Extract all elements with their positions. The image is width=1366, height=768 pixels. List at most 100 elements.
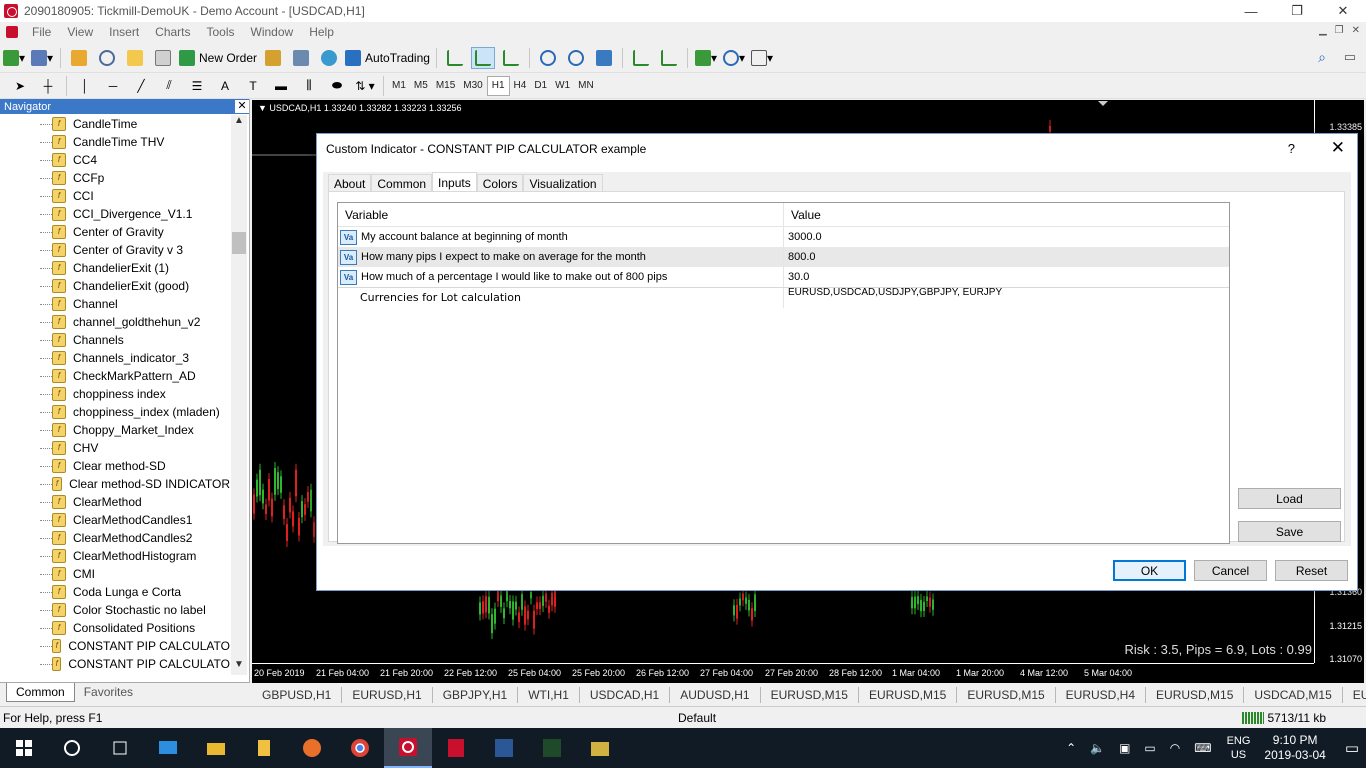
navigator-item[interactable]: f CONSTANT PIP CALCULATO [0, 655, 230, 673]
chart-tab[interactable]: EURU [1343, 687, 1366, 703]
navigator-item[interactable]: f ClearMethodCandles2 [0, 529, 230, 547]
restore-button[interactable]: ❐ [1274, 0, 1320, 22]
menu-window[interactable]: Window [243, 25, 302, 39]
chart-tab[interactable]: USDCAD,M15 [1244, 687, 1343, 703]
keyboard-icon[interactable]: ⌨ [1194, 741, 1211, 755]
chrome-icon[interactable] [336, 728, 384, 768]
navigator-item[interactable]: f CONSTANT PIP CALCULATO [0, 637, 230, 655]
chart-shift-marker-icon[interactable] [1098, 101, 1108, 106]
tab-visualization[interactable]: Visualization [523, 174, 603, 192]
navigator-item[interactable]: f CHV [0, 439, 230, 457]
chart-window-icon[interactable] [6, 26, 18, 38]
candlestick-button[interactable] [470, 46, 495, 69]
pdf-reader-icon[interactable] [432, 728, 480, 768]
value-cell[interactable]: 800.0 [784, 251, 816, 263]
indicators-button[interactable]: ▾ [694, 47, 718, 69]
chart-tab[interactable]: AUDUSD,H1 [670, 687, 761, 703]
ok-button[interactable]: OK [1113, 560, 1186, 581]
column-variable[interactable]: Variable [338, 203, 784, 226]
tab-common[interactable]: Common [6, 683, 75, 702]
tab-common[interactable]: Common [371, 174, 433, 192]
mdi-minimize-icon[interactable]: ▁ [1319, 25, 1327, 36]
timeframe-m1[interactable]: M1 [388, 76, 410, 96]
equidistant-channel-button[interactable]: ⫽ [157, 75, 181, 97]
chart-tab[interactable]: WTI,H1 [518, 687, 580, 703]
minimize-button[interactable]: — [1228, 0, 1274, 22]
navigator-item[interactable]: f Color Stochastic no label [0, 601, 230, 619]
autotrading-button[interactable]: AutoTrading [345, 47, 430, 69]
market-watch-button[interactable] [67, 47, 91, 69]
menu-view[interactable]: View [59, 25, 101, 39]
ellipse-button[interactable]: ⬬ [325, 75, 349, 97]
navigator-close-icon[interactable]: ✕ [235, 100, 249, 113]
mdi-close-icon[interactable]: ✕ [1352, 25, 1360, 36]
navigator-item[interactable]: f CC4 [0, 151, 230, 169]
chart-tab[interactable]: EURUSD,M15 [1146, 687, 1245, 703]
language-indicator[interactable]: ENG US [1227, 734, 1251, 762]
periods-button[interactable]: ▾ [722, 47, 746, 69]
timeframe-d1[interactable]: D1 [530, 76, 551, 96]
profiles-button[interactable]: ▾ [30, 47, 54, 69]
chart-tab[interactable]: GBPUSD,H1 [252, 687, 343, 703]
file-explorer-icon[interactable] [192, 728, 240, 768]
line-chart-button[interactable] [499, 47, 523, 69]
tile-windows-button[interactable] [592, 47, 616, 69]
task-view-icon[interactable] [96, 728, 144, 768]
input-row[interactable]: Va How much of a percentage I would like … [338, 267, 1229, 287]
data-window-button[interactable] [95, 47, 119, 69]
navigator-item[interactable]: f Channels_indicator_3 [0, 349, 230, 367]
start-icon[interactable] [0, 728, 48, 768]
chart-tab[interactable]: EURUSD,H4 [1056, 687, 1147, 703]
scroll-down-icon[interactable]: ▼ [231, 659, 247, 675]
navigator-item[interactable]: f choppiness index [0, 385, 230, 403]
timeframe-h1[interactable]: H1 [486, 75, 510, 96]
navigator-item[interactable]: f Channel [0, 295, 230, 313]
menu-tools[interactable]: Tools [199, 25, 243, 39]
status-connection[interactable]: 5713/11 kb [1241, 711, 1326, 725]
auto-scroll-button[interactable] [657, 47, 681, 69]
chart-tab[interactable]: EURUSD,M15 [957, 687, 1056, 703]
fibonacci-button[interactable]: ☰ [185, 75, 209, 97]
navigator-item[interactable]: f ClearMethod [0, 493, 230, 511]
horizontal-line-button[interactable]: ─ [101, 75, 125, 97]
terminal-button[interactable] [151, 47, 175, 69]
navigator-item[interactable]: f ClearMethodCandles1 [0, 511, 230, 529]
chat-icon[interactable]: ▭ [1344, 49, 1356, 65]
zoom-out-button[interactable] [564, 47, 588, 69]
input-row[interactable]: Va My account balance at beginning of mon… [338, 227, 1229, 247]
trendline-button[interactable]: ╱ [129, 75, 153, 97]
tab-about[interactable]: About [328, 174, 372, 192]
navigator-item[interactable]: f choppiness_index (mladen) [0, 403, 230, 421]
mdi-restore-icon[interactable]: ❐ [1335, 25, 1344, 36]
metatrader-icon[interactable] [384, 728, 432, 768]
navigator-item[interactable]: f CandleTime [0, 115, 230, 133]
navigator-item[interactable]: f Coda Lunga e Corta [0, 583, 230, 601]
menu-help[interactable]: Help [301, 25, 342, 39]
metaeditor-button[interactable] [317, 47, 341, 69]
rectangle-button[interactable]: ▬ [269, 75, 293, 97]
load-button[interactable]: Load [1238, 488, 1341, 509]
save-button[interactable]: Save [1238, 521, 1341, 542]
search-circle-icon[interactable] [48, 728, 96, 768]
new-order-button[interactable]: New Order [179, 47, 257, 69]
cursor-button[interactable]: ➤ [8, 75, 32, 97]
signals-button[interactable] [261, 47, 285, 69]
navigator-item[interactable]: f Clear method-SD [0, 457, 230, 475]
navigator-button[interactable] [123, 47, 147, 69]
timeframe-m30[interactable]: M30 [459, 76, 486, 96]
chart-tab[interactable]: GBPJPY,H1 [433, 687, 519, 703]
bar-chart-button[interactable] [443, 47, 467, 69]
value-cell[interactable]: EURUSD,USDCAD,USDJPY,GBPJPY, EURJPY [784, 287, 1002, 298]
navigator-item[interactable]: f CandleTime THV [0, 133, 230, 151]
vertical-line-button[interactable]: │ [73, 75, 97, 97]
cancel-button[interactable]: Cancel [1194, 560, 1267, 581]
chart-app-icon[interactable] [528, 728, 576, 768]
menu-file[interactable]: File [24, 25, 59, 39]
navigator-item[interactable]: f ChandelierExit (good) [0, 277, 230, 295]
firefox-icon[interactable] [288, 728, 336, 768]
navigator-item[interactable]: f Center of Gravity v 3 [0, 241, 230, 259]
desktop-app-icon[interactable] [144, 728, 192, 768]
notifications-icon[interactable]: ▭ [1345, 739, 1359, 757]
value-cell[interactable]: 30.0 [784, 271, 809, 283]
scroll-thumb[interactable] [232, 232, 246, 254]
